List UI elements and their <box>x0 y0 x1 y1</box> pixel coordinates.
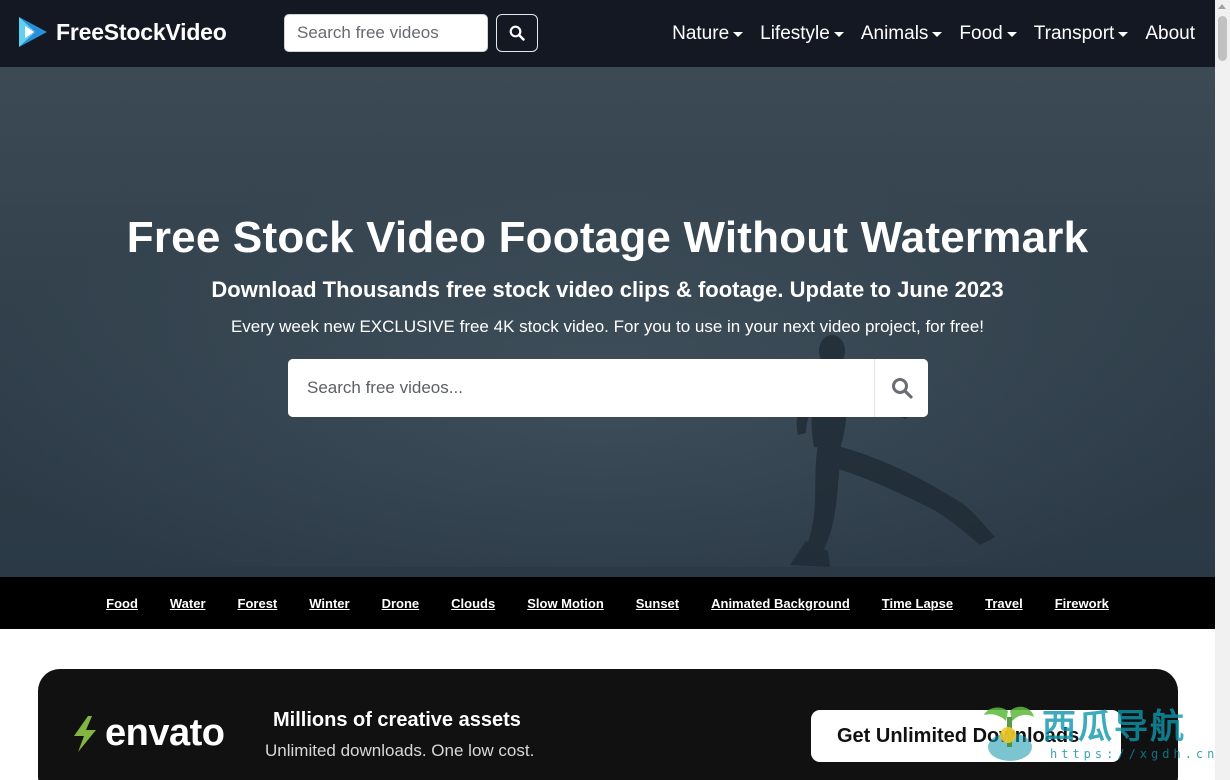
hero-background <box>0 147 1215 567</box>
nav-item-transport[interactable]: Transport <box>1034 23 1129 45</box>
nav-item-label: Animals <box>860 22 929 44</box>
tag-link-slow-motion[interactable]: Slow Motion <box>527 596 604 611</box>
tag-link-travel[interactable]: Travel <box>985 596 1023 611</box>
hero-section: Free Stock Video Footage Without Waterma… <box>0 67 1215 577</box>
hero-title: Free Stock Video Footage Without Waterma… <box>126 213 1089 262</box>
nav-item-food[interactable]: Food <box>959 22 1017 45</box>
main-menu: Nature Lifestyle Animals Food Transport … <box>655 0 1195 67</box>
nav-item-label: Food <box>959 22 1003 44</box>
tag-link-water[interactable]: Water <box>170 596 206 611</box>
caret-down-icon <box>833 32 844 37</box>
hero-tagline: Every week new EXCLUSIVE free 4K stock v… <box>230 317 985 336</box>
hero-search-button[interactable] <box>874 359 928 417</box>
hero-search-input[interactable] <box>288 359 874 417</box>
page-scrollbar[interactable] <box>1215 0 1230 780</box>
header-search-input[interactable] <box>284 14 488 52</box>
banner-title: Millions of creative assets <box>273 709 521 731</box>
nav-item-nature[interactable]: Nature <box>672 22 744 45</box>
brand-name: FreeStockVideo <box>56 18 227 45</box>
nav-item-label: Nature <box>672 22 730 44</box>
search-icon <box>509 25 525 41</box>
nav-item-lifestyle[interactable]: Lifestyle <box>760 23 844 45</box>
envato-logo: envato <box>70 712 225 755</box>
play-logo-icon <box>19 17 47 47</box>
tag-link-firework[interactable]: Firework <box>1055 596 1109 611</box>
envato-wordmark: envato <box>105 712 225 754</box>
header-search-button[interactable] <box>496 14 538 52</box>
search-icon <box>891 378 913 399</box>
tag-link-time-lapse[interactable]: Time Lapse <box>882 596 953 611</box>
nav-item-animals[interactable]: Animals <box>861 23 943 45</box>
nav-item-about[interactable]: About <box>1145 23 1195 45</box>
nav-item-label: About <box>1145 22 1195 44</box>
caret-down-icon <box>1118 32 1129 37</box>
envato-leaf-icon <box>74 715 96 752</box>
watermark-palm-icon <box>984 706 1034 761</box>
top-navbar: FreeStockVideo Nature Lifestyle Animals … <box>0 0 1215 67</box>
caret-down-icon <box>1006 32 1017 37</box>
hero-subtitle: Download Thousands free stock video clip… <box>211 277 1004 302</box>
nav-item-label: Lifestyle <box>760 22 830 44</box>
site-watermark: 西瓜导航 https://xgdh.cn <box>978 697 1214 775</box>
tag-link-clouds[interactable]: Clouds <box>451 596 495 611</box>
hero-search-box <box>288 359 928 417</box>
site-logo[interactable]: FreeStockVideo <box>17 15 227 49</box>
watermark-text: 西瓜导航 <box>1042 707 1186 747</box>
scrollbar-thumb[interactable] <box>1218 16 1227 61</box>
banner-subtitle: Unlimited downloads. One low cost. <box>265 741 535 760</box>
caret-down-icon <box>932 32 943 37</box>
tag-link-winter[interactable]: Winter <box>309 596 349 611</box>
watermark-url: https://xgdh.cn <box>1050 747 1219 761</box>
tag-link-forest[interactable]: Forest <box>238 596 278 611</box>
scroll-up-arrow-icon[interactable] <box>1218 4 1226 9</box>
tag-link-food[interactable]: Food <box>106 596 138 611</box>
tag-link-sunset[interactable]: Sunset <box>636 596 679 611</box>
nav-item-label: Transport <box>1033 22 1115 44</box>
popular-tags-bar: Food Water Forest Winter Drone Clouds Sl… <box>0 577 1215 629</box>
tag-link-animated-background[interactable]: Animated Background <box>711 596 850 611</box>
tag-link-drone[interactable]: Drone <box>382 596 420 611</box>
caret-down-icon <box>733 32 744 37</box>
